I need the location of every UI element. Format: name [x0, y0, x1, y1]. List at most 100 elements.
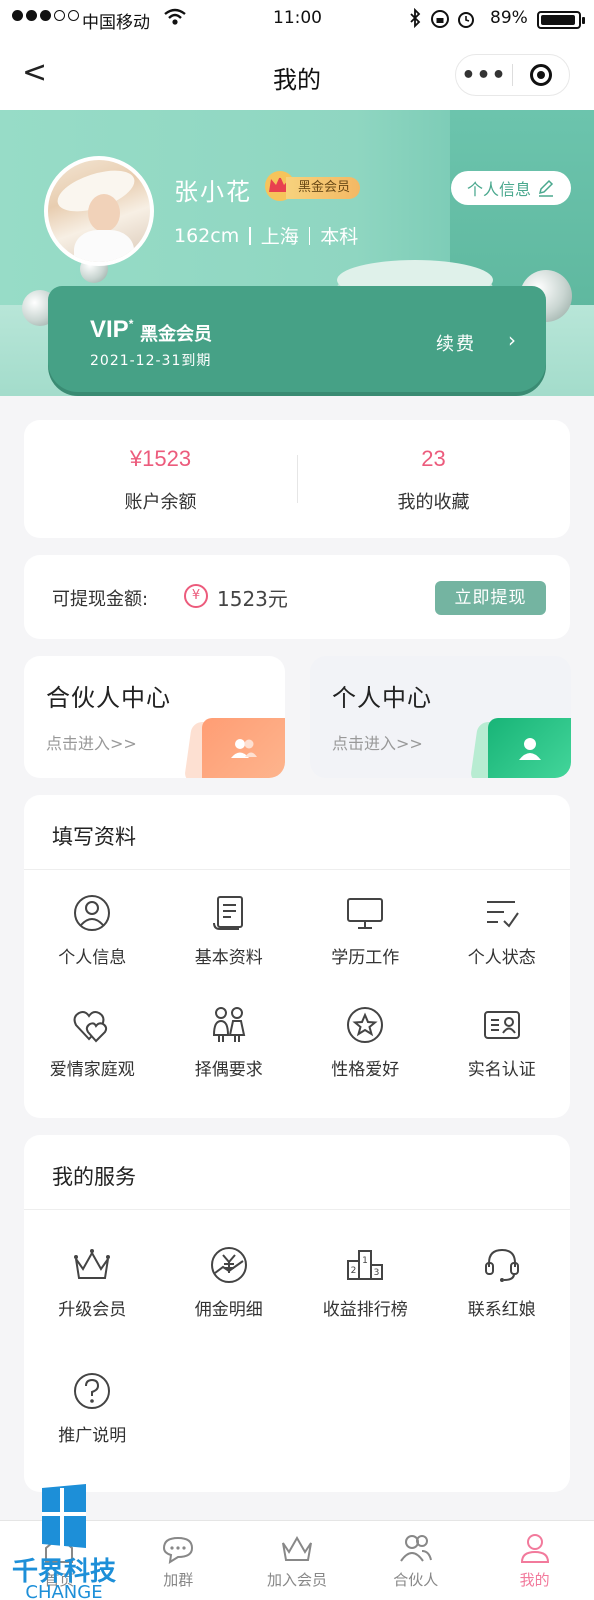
balance-label: 账户余额: [124, 492, 197, 513]
section-title: 填写资料: [52, 825, 136, 849]
grid-item-personal-info[interactable]: 个人信息: [24, 875, 161, 987]
company-watermark-logo: 千界科技 CHANGE: [12, 1484, 116, 1600]
partner-center-link: 点击进入>>: [46, 734, 137, 753]
profile-icon: [520, 1534, 549, 1563]
education-value: 本科: [320, 226, 359, 248]
podium-icon: 213: [347, 1250, 384, 1280]
partner-center-title: 合伙人中心: [46, 684, 171, 712]
grid-item-label: 佣金明细: [194, 1300, 263, 1320]
profile-section: 填写资料 个人信息 基本资料 学历工作 个人状态 爱情家庭观 择偶要求 性格爱好…: [24, 795, 570, 1118]
close-miniprogram-button[interactable]: [513, 64, 569, 86]
partner-users-icon: [231, 739, 257, 758]
grid-item-love-family[interactable]: 爱情家庭观: [24, 987, 161, 1099]
balance-value: ¥1523: [129, 446, 192, 471]
svg-text:CHANGE: CHANGE: [25, 1582, 102, 1600]
grid-item-label: 基本资料: [194, 948, 263, 968]
question-icon: [74, 1373, 111, 1409]
monitor-icon: [347, 898, 384, 929]
partner-tile: [202, 718, 285, 778]
personal-center-link: 点击进入>>: [332, 734, 423, 753]
grid-item-upgrade-member[interactable]: 升级会员: [24, 1227, 161, 1353]
svg-text:1: 1: [362, 1256, 368, 1266]
grid-item-personality-hobbies[interactable]: 性格爱好: [297, 987, 434, 1099]
battery-percent: 89%: [490, 8, 528, 28]
personal-info-button[interactable]: 个人信息: [451, 171, 571, 205]
section-divider: [24, 869, 570, 870]
star-circle-icon: [347, 1007, 384, 1043]
tab-label: 加入会员: [266, 1571, 327, 1589]
grid-item-label: 收益排行榜: [322, 1300, 408, 1320]
section-title: 我的服务: [52, 1165, 136, 1189]
section-divider: [24, 1209, 570, 1210]
profile-banner: 张小花 黑金会员 162cm 上海 本科 个人信息 VIP* 黑金会员 2021…: [0, 110, 594, 396]
crown-icon: [74, 1249, 111, 1279]
member-badge: 黑金会员: [286, 177, 361, 199]
wifi-icon: [164, 8, 186, 25]
grid-item-basic-info[interactable]: 基本资料: [161, 875, 298, 987]
grid-item-label: 性格爱好: [331, 1060, 400, 1080]
tab-label: 我的: [519, 1571, 550, 1589]
stats-card: ¥1523 账户余额 23 我的收藏: [24, 420, 570, 538]
grid-item-personal-status[interactable]: 个人状态: [434, 875, 571, 987]
grid-item-earnings-ranking[interactable]: 213 收益排行榜: [297, 1227, 434, 1353]
person-icon: [519, 738, 541, 760]
scroll-icon: [212, 896, 243, 930]
tab-mine[interactable]: 我的: [475, 1521, 594, 1600]
user-name: 张小花: [174, 178, 252, 206]
tab-join-group[interactable]: 加群: [119, 1521, 238, 1600]
meta-divider: [308, 226, 311, 245]
height-value: 162cm: [174, 224, 240, 247]
grid-item-promotion-guide[interactable]: 推广说明: [24, 1353, 161, 1479]
grid-item-commission-details[interactable]: 佣金明细: [161, 1227, 298, 1353]
favorites-value: 23: [421, 446, 446, 471]
personal-info-label: 个人信息: [466, 180, 531, 199]
grid-item-label: 爱情家庭观: [49, 1060, 135, 1080]
hearts-icon: [73, 1011, 108, 1043]
bluetooth-lock-alarm-icons: [410, 8, 474, 29]
grid-item-label: 联系红娘: [467, 1300, 536, 1320]
profile-grid: 个人信息 基本资料 学历工作 个人状态 爱情家庭观 择偶要求 性格爱好 实名认证: [24, 875, 570, 1099]
avatar[interactable]: [44, 156, 154, 266]
grid-item-partner-requirements[interactable]: 择偶要求: [161, 987, 298, 1099]
grid-item-label: 升级会员: [58, 1300, 127, 1320]
yen-icon: ¥: [184, 584, 208, 608]
grid-item-education-work[interactable]: 学历工作: [297, 875, 434, 987]
nav-bar: < 我的 •••: [0, 38, 594, 110]
svg-text:3: 3: [374, 1268, 380, 1278]
grid-item-contact-matchmaker[interactable]: 联系红娘: [434, 1227, 571, 1353]
personal-center-title: 个人中心: [332, 684, 432, 712]
tab-join-member[interactable]: 加入会员: [238, 1521, 357, 1600]
more-icon[interactable]: •••: [456, 63, 512, 88]
user-circle-icon: [74, 895, 111, 931]
tab-partner[interactable]: 合伙人: [356, 1521, 475, 1600]
favorites-stat[interactable]: 23 我的收藏: [297, 446, 570, 514]
id-card-icon: [483, 1011, 520, 1039]
grid-item-label: 学历工作: [331, 948, 400, 968]
yen-chart-icon: [210, 1247, 247, 1283]
crown-icon: [281, 1535, 312, 1561]
chat-icon: [163, 1536, 194, 1564]
grid-item-real-name-auth[interactable]: 实名认证: [434, 987, 571, 1099]
withdraw-card: 可提现金额: ¥ 1523元 立即提现: [24, 555, 570, 639]
svg-text:2: 2: [351, 1266, 357, 1276]
chevron-right-icon: ›: [508, 328, 516, 352]
personal-tile: [488, 718, 571, 778]
withdraw-label: 可提现金额:: [52, 589, 149, 610]
renew-button[interactable]: 续费: [436, 330, 476, 356]
withdraw-button[interactable]: 立即提现: [435, 581, 546, 615]
battery-icon: [537, 11, 585, 29]
miniprogram-capsule: •••: [455, 54, 570, 96]
group-icon: [399, 1535, 432, 1562]
personal-center-card[interactable]: 个人中心 点击进入>>: [310, 656, 571, 778]
clock-time: 11:00: [273, 8, 322, 28]
tab-label: 加群: [163, 1571, 194, 1589]
grid-item-label: 实名认证: [467, 1060, 536, 1080]
carrier-name: 中国移动: [82, 13, 150, 33]
partner-center-card[interactable]: 合伙人中心 点击进入>>: [24, 656, 285, 778]
balance-stat[interactable]: ¥1523 账户余额: [24, 446, 297, 514]
vip-card[interactable]: VIP* 黑金会员 2021-12-31到期 续费 ›: [48, 286, 546, 392]
couple-icon: [212, 1007, 245, 1042]
favorites-label: 我的收藏: [397, 492, 470, 513]
edit-icon: [538, 179, 554, 197]
withdraw-amount: 1523元: [217, 587, 288, 611]
